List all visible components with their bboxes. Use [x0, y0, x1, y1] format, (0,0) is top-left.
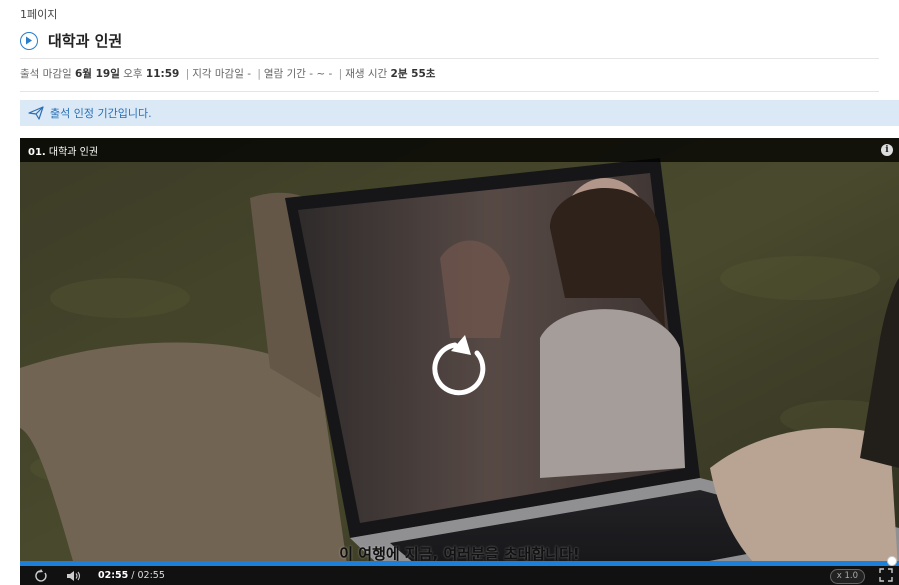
- deadline-date: 6월 19일: [74, 68, 120, 80]
- attendance-notice: 출석 인정 기간입니다.: [20, 100, 899, 126]
- view-value: - ~ -: [309, 68, 333, 80]
- divider: [20, 58, 879, 59]
- lesson-header: 대학과 인권: [20, 30, 122, 51]
- divider: [20, 91, 879, 92]
- volume-icon[interactable]: [66, 569, 82, 583]
- speed-button[interactable]: x 1.0: [829, 569, 865, 584]
- deadline-time: 11:59: [145, 68, 180, 80]
- play-value: 2분 55초: [390, 68, 436, 80]
- replay-icon[interactable]: [425, 333, 495, 403]
- time-display: 02:55 / 02:55: [98, 570, 165, 581]
- fullscreen-icon[interactable]: [879, 568, 893, 582]
- video-title-bar: 01. 대학과 인권 i: [20, 138, 899, 162]
- attendance-info: 출석 마감일 6월 19일 오후 11:59 | 지각 마감일 - | 열람 기간 …: [20, 66, 435, 81]
- lesson-title: 대학과 인권: [48, 32, 123, 50]
- late-label: 지각 마감일: [192, 68, 244, 80]
- view-label: 열람 기간: [263, 68, 306, 80]
- current-time: 02:55: [98, 570, 129, 581]
- page-label: 1페이지: [20, 8, 58, 21]
- replay-small-icon[interactable]: [34, 568, 48, 583]
- progress-knob[interactable]: [887, 556, 897, 566]
- separator: |: [185, 68, 190, 80]
- control-bar: 02:55 / 02:55 x 1.0: [20, 566, 899, 585]
- total-time: 02:55: [137, 570, 165, 581]
- notice-text: 출석 인정 기간입니다.: [50, 107, 152, 120]
- clip-number: 01.: [28, 146, 46, 158]
- video-player[interactable]: 01. 대학과 인권 i 이 여행에 지금, 여러분을 초대합니다! 02:55…: [20, 138, 899, 585]
- paper-plane-icon: [28, 106, 44, 120]
- info-icon[interactable]: i: [881, 144, 893, 156]
- play-circle-icon[interactable]: [20, 31, 38, 50]
- clip-title: 01. 대학과 인권: [28, 143, 98, 158]
- separator: |: [338, 68, 343, 80]
- late-value: -: [247, 68, 252, 80]
- deadline-ampm: 오후: [123, 68, 143, 80]
- deadline-label: 출석 마감일: [20, 68, 72, 80]
- play-label: 재생 시간: [345, 68, 388, 80]
- clip-name: 대학과 인권: [48, 146, 99, 158]
- separator: |: [257, 68, 261, 80]
